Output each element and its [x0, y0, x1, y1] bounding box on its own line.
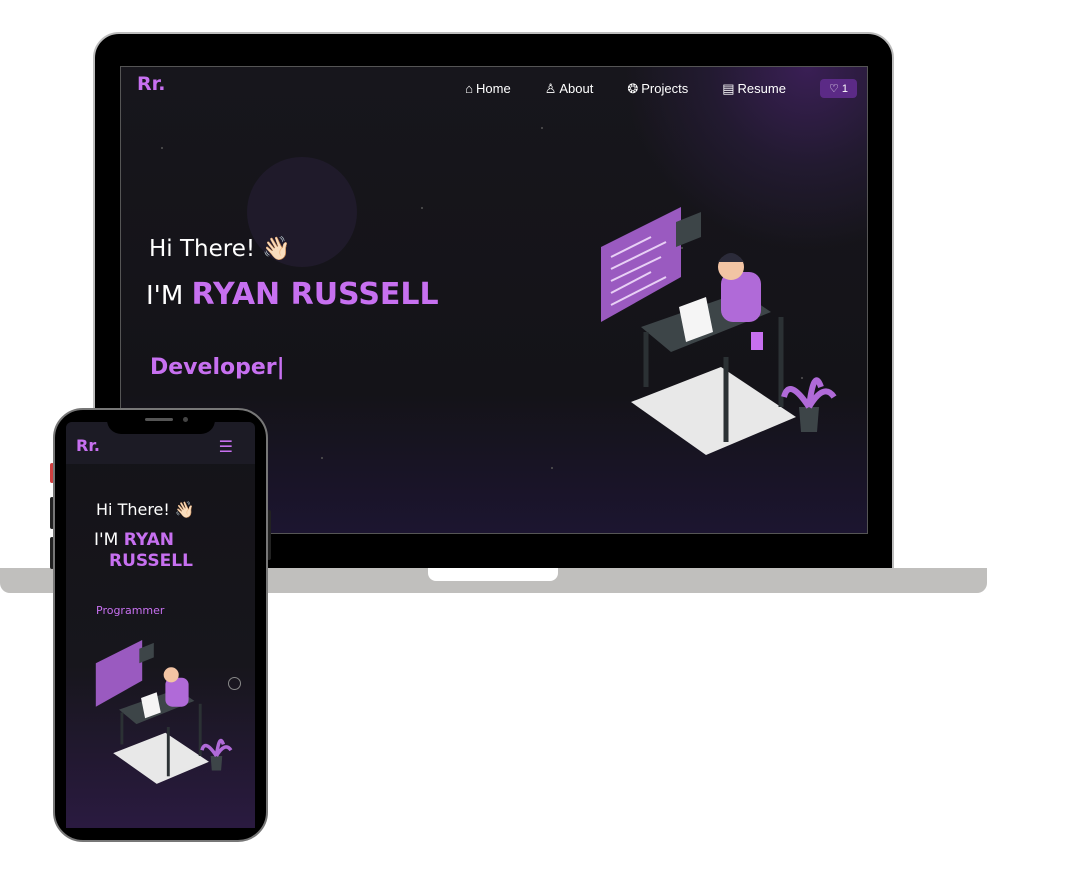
nav-projects[interactable]: ❂ Projects	[627, 81, 688, 97]
mobile-logo[interactable]: Rr.	[76, 436, 100, 455]
nav-resume[interactable]: ▤ Resume	[722, 81, 786, 97]
phone-speaker	[145, 418, 173, 421]
im-label: I'M	[146, 281, 184, 311]
star	[551, 467, 553, 469]
nav-label: Resume	[737, 80, 786, 96]
mobile-developer-illustration	[95, 640, 233, 784]
github-star-button[interactable]: ♡ 1	[819, 79, 857, 98]
logo[interactable]: Rr.	[137, 73, 166, 95]
nav-label: Home	[476, 81, 511, 96]
star	[421, 207, 423, 209]
greeting: Hi There! 👋🏻	[149, 236, 292, 262]
home-icon: ⌂	[465, 81, 474, 96]
laptop-notch	[428, 568, 558, 581]
projects-icon: ❂	[627, 80, 639, 96]
name-line2: RUSSELL	[109, 551, 193, 571]
nav-label: Projects	[641, 80, 689, 96]
navbar: ⌂ Home ♙ About ❂ Projects ▤ Resume ♡ 1	[465, 79, 857, 98]
user-icon: ♙	[544, 80, 557, 96]
document-icon: ▤	[722, 80, 735, 96]
typewriter-role: Developer|	[150, 355, 285, 380]
star	[541, 127, 543, 129]
mobile-greeting: Hi There! 👋🏻	[96, 500, 195, 519]
nav-label: About	[559, 80, 594, 96]
star	[321, 457, 323, 459]
hamburger-menu-icon[interactable]: ☰	[219, 437, 233, 456]
star-count: 1	[841, 83, 848, 95]
phone-notch	[107, 410, 215, 434]
nav-about[interactable]: ♙ About	[545, 81, 594, 97]
mobile-intro-heading: I'M RYAN RUSSELL	[94, 530, 193, 572]
developer-illustration	[601, 207, 837, 455]
mobile-screen: Rr. ☰ Hi There! 👋🏻 I'M RYAN RUSSELL Progr…	[66, 422, 255, 828]
star	[161, 147, 163, 149]
name-line1: RYAN	[123, 530, 174, 550]
name: RYAN RUSSELL	[191, 277, 439, 312]
phone-camera	[183, 417, 188, 422]
nav-home[interactable]: ⌂ Home	[465, 81, 511, 96]
mobile-typewriter-role: Programmer	[96, 604, 165, 617]
cursor-circle	[228, 677, 241, 690]
heart-icon: ♡	[828, 83, 839, 95]
intro-heading: I'M RYAN RUSSELL	[146, 277, 439, 312]
im-label: I'M	[94, 530, 119, 550]
